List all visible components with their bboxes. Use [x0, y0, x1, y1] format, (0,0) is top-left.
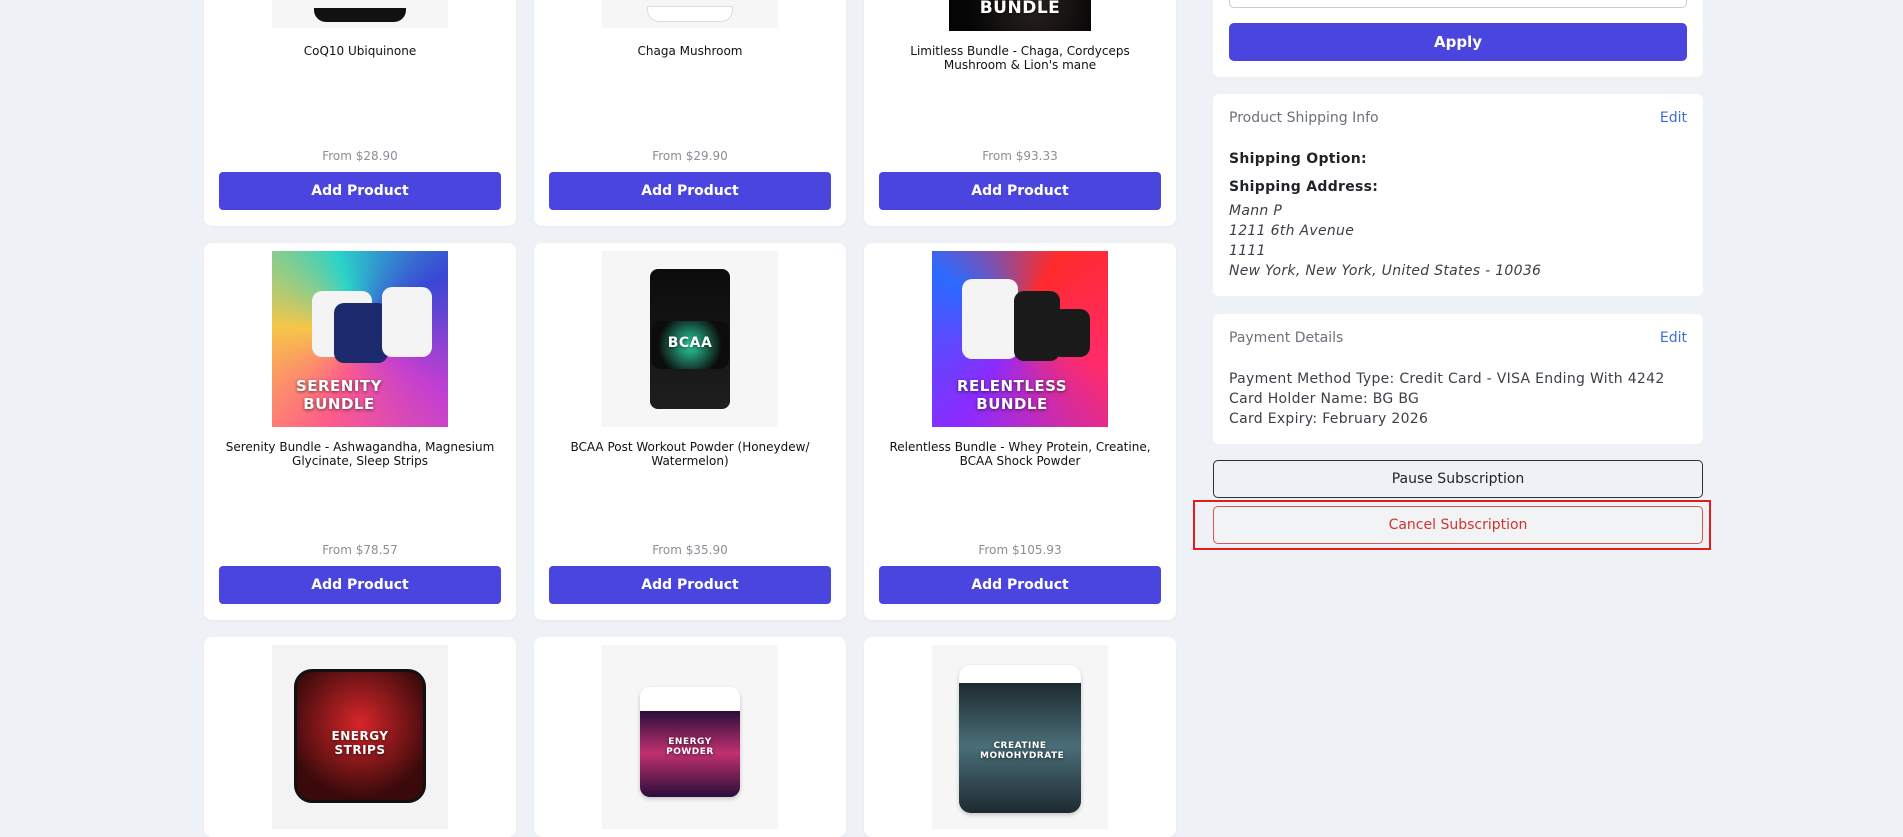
payment-edit-link[interactable]: Edit: [1660, 330, 1687, 346]
add-product-button[interactable]: Add Product: [219, 172, 501, 210]
product-art-text: ENERGY POWDER: [666, 737, 714, 757]
product-image: ENERGY POWDER: [602, 645, 778, 829]
product-art-text: BUNDLE: [979, 0, 1061, 18]
product-image: CREATINE MONOHYDRATE: [932, 645, 1108, 829]
product-card: SERENITY BUNDLE Serenity Bundle - Ashwag…: [204, 243, 516, 620]
product-art-text: BCAA: [667, 335, 713, 351]
product-price: From $35.90: [652, 543, 728, 557]
product-name: Relentless Bundle - Whey Protein, Creati…: [889, 440, 1151, 468]
product-image: RELENTLESS BUNDLE: [932, 251, 1108, 427]
product-art-text: ENERGY STRIPS: [331, 729, 389, 757]
payment-details-panel: Payment Details Edit Payment Method Type…: [1213, 314, 1703, 444]
product-card: CoQ10 Ubiquinone From $28.90 Add Product: [204, 0, 516, 226]
card-holder: Card Holder Name: BG BG: [1229, 391, 1420, 407]
address-line: 1211 6th Avenue: [1229, 223, 1355, 239]
add-product-button[interactable]: Add Product: [549, 172, 831, 210]
product-name: CoQ10 Ubiquinone: [303, 44, 417, 58]
product-image: BCAA: [602, 251, 778, 427]
shipping-option-label: Shipping Option:: [1229, 151, 1367, 167]
product-card: ENERGY POWDER: [534, 637, 846, 837]
payment-details-title: Payment Details: [1229, 330, 1344, 346]
product-name: Chaga Mushroom: [637, 44, 743, 58]
product-name: Serenity Bundle - Ashwagandha, Magnesium…: [225, 440, 495, 468]
shipping-edit-link[interactable]: Edit: [1660, 110, 1687, 126]
product-card: BCAA BCAA Post Workout Powder (Honeydew/…: [534, 243, 846, 620]
product-price: From $105.93: [978, 543, 1062, 557]
card-expiry: Card Expiry: February 2026: [1229, 411, 1429, 427]
product-price: From $93.33: [982, 149, 1058, 163]
apply-button[interactable]: Apply: [1229, 23, 1687, 61]
pause-subscription-button[interactable]: Pause Subscription: [1213, 460, 1703, 498]
product-card: BUNDLE Limitless Bundle - Chaga, Cordyce…: [864, 0, 1176, 226]
product-price: From $29.90: [652, 149, 728, 163]
address-line: 1111: [1229, 243, 1266, 259]
product-name: Limitless Bundle - Chaga, Cordyceps Mush…: [910, 44, 1130, 72]
add-product-button[interactable]: Add Product: [879, 566, 1161, 604]
product-card: RELENTLESS BUNDLE Relentless Bundle - Wh…: [864, 243, 1176, 620]
add-product-button[interactable]: Add Product: [549, 566, 831, 604]
product-image: BUNDLE: [949, 0, 1091, 31]
payment-method: Payment Method Type: Credit Card - VISA …: [1229, 371, 1665, 387]
shipping-info-title: Product Shipping Info: [1229, 110, 1379, 126]
add-product-button[interactable]: Add Product: [219, 566, 501, 604]
cancel-subscription-button[interactable]: Cancel Subscription: [1213, 506, 1703, 544]
product-image: SERENITY BUNDLE: [272, 251, 448, 427]
product-image: [272, 0, 448, 28]
shipping-info-panel: Product Shipping Info Edit Shipping Opti…: [1213, 94, 1703, 296]
address-line: Mann P: [1229, 203, 1283, 219]
product-art-text: RELENTLESS BUNDLE: [956, 377, 1068, 413]
add-product-button[interactable]: Add Product: [879, 172, 1161, 210]
address-line: New York, New York, United States - 1003…: [1229, 263, 1542, 279]
coupon-input[interactable]: [1229, 0, 1687, 8]
product-card: Chaga Mushroom From $29.90 Add Product: [534, 0, 846, 226]
product-image: ENERGY STRIPS: [272, 645, 448, 829]
product-name: BCAA Post Workout Powder (Honeydew/ Wate…: [570, 440, 810, 468]
product-price: From $28.90: [322, 149, 398, 163]
product-card: ENERGY STRIPS: [204, 637, 516, 837]
product-art-text: SERENITY BUNDLE: [295, 377, 383, 413]
product-art-text: CREATINE MONOHYDRATE: [980, 741, 1065, 761]
product-price: From $78.57: [322, 543, 398, 557]
product-image: [602, 0, 778, 28]
shipping-address-label: Shipping Address:: [1229, 179, 1379, 195]
product-card: CREATINE MONOHYDRATE: [864, 637, 1176, 837]
